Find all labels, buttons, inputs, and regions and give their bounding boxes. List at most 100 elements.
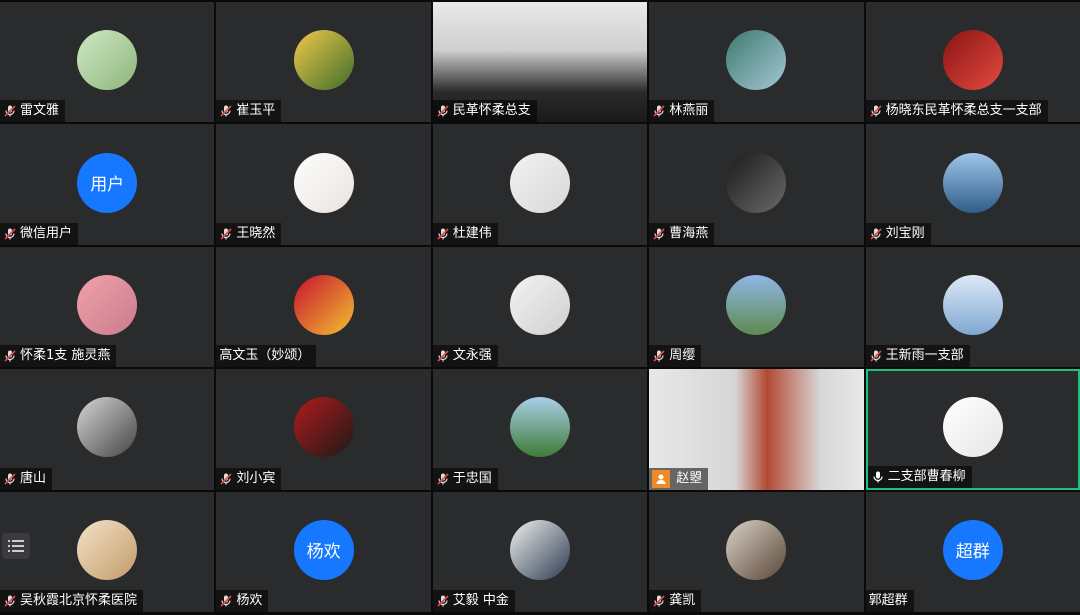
- participant-tile[interactable]: 杜建伟: [432, 124, 648, 245]
- mic-muted-icon: [4, 595, 16, 607]
- participant-name: 杜建伟: [452, 225, 492, 241]
- participant-name: 崔玉平: [236, 103, 276, 119]
- mic-muted-icon: [437, 105, 449, 117]
- participant-name: 艾毅 中金: [452, 593, 509, 608]
- avatar: [942, 30, 1003, 91]
- participant-tile[interactable]: 唐山: [0, 369, 215, 490]
- avatar: [942, 152, 1003, 213]
- mic-muted-icon: [437, 595, 449, 607]
- participant-tile[interactable]: 超群郭超群: [865, 491, 1080, 612]
- mic-muted-icon: [220, 105, 232, 117]
- avatar: [726, 274, 787, 335]
- participant-name: 周缨: [669, 348, 696, 364]
- avatar: [293, 274, 354, 335]
- mic-muted-icon: [870, 350, 882, 362]
- avatar-text: 超群: [955, 542, 990, 563]
- participant-tile[interactable]: 民革怀柔总支: [432, 2, 648, 123]
- participants-menu-button[interactable]: [2, 533, 30, 559]
- avatar: [77, 397, 138, 458]
- participant-tile[interactable]: 王新雨一支部: [865, 246, 1080, 368]
- avatar: 杨欢: [293, 519, 354, 580]
- participant-tile[interactable]: 艾毅 中金: [432, 491, 648, 612]
- participant-name-label: 郭超群: [865, 590, 914, 612]
- mic-on-icon: [872, 471, 883, 483]
- avatar: [77, 274, 138, 335]
- participant-name: 赵曌: [676, 470, 703, 486]
- participant-tile[interactable]: 刘小宾: [216, 369, 431, 490]
- mic-muted-icon: [437, 350, 449, 362]
- avatar: [293, 397, 354, 458]
- avatar: [293, 152, 354, 213]
- participant-name-label: 唐山: [0, 467, 53, 490]
- list-icon: [8, 540, 24, 552]
- participant-tile[interactable]: 周缨: [649, 246, 864, 368]
- mic-muted-icon: [4, 473, 16, 485]
- participant-tile[interactable]: 崔玉平: [216, 2, 431, 123]
- participant-tile[interactable]: 文永强: [432, 246, 648, 368]
- avatar: [509, 274, 570, 335]
- participant-tile[interactable]: 吴秋霞北京怀柔医院: [0, 491, 215, 612]
- avatar: [509, 397, 570, 458]
- participant-name: 王晓然: [236, 225, 276, 241]
- participant-name-label: 艾毅 中金: [432, 590, 515, 612]
- participant-name: 刘小宾: [236, 470, 276, 486]
- avatar: 超群: [942, 519, 1003, 580]
- participant-name-label: 杜建伟: [432, 222, 498, 245]
- participant-name-label: 高文玉（妙颂）: [216, 345, 317, 368]
- participant-name-label: 民革怀柔总支: [432, 100, 537, 123]
- participant-name-label: 龚凯: [649, 590, 702, 612]
- mic-muted-icon: [653, 350, 665, 362]
- participant-name-label: 吴秋霞北京怀柔医院: [0, 590, 144, 612]
- participant-tile[interactable]: 怀柔1支 施灵燕: [0, 246, 215, 368]
- participant-tile[interactable]: 赵曌: [649, 369, 864, 490]
- participant-name: 曹海燕: [669, 225, 709, 241]
- participant-name: 王新雨一支部: [885, 348, 964, 364]
- participant-name-label: 林燕丽: [649, 100, 715, 123]
- mic-muted-icon: [870, 228, 882, 240]
- participant-name-label: 刘小宾: [216, 467, 282, 490]
- participant-name: 民革怀柔总支: [452, 103, 531, 119]
- participant-name: 郭超群: [868, 593, 908, 608]
- participant-name-label: 微信用户: [0, 222, 79, 245]
- participant-tile[interactable]: 刘宝刚: [865, 124, 1080, 245]
- avatar: [726, 519, 787, 580]
- participant-tile[interactable]: 龚凯: [649, 491, 864, 612]
- participant-tile[interactable]: 杨晓东民革怀柔总支一支部: [865, 2, 1080, 123]
- participant-name-label: 刘宝刚: [865, 222, 931, 245]
- participant-name: 唐山: [20, 470, 47, 486]
- participant-name: 文永强: [452, 348, 492, 364]
- participant-name: 怀柔1支 施灵燕: [20, 348, 111, 364]
- participant-tile[interactable]: 林燕丽: [649, 2, 864, 123]
- participant-name: 高文玉（妙颂）: [219, 348, 311, 364]
- avatar: [942, 274, 1003, 335]
- participant-name-label: 雷文雅: [0, 100, 66, 123]
- avatar: [77, 519, 138, 580]
- mic-muted-icon: [437, 473, 449, 485]
- mic-muted-icon: [653, 228, 665, 240]
- mic-muted-icon: [220, 473, 232, 485]
- participant-tile[interactable]: 用户微信用户: [0, 124, 215, 245]
- participant-name-label: 杨欢: [216, 590, 269, 612]
- avatar-text: 用户: [90, 175, 125, 196]
- participant-tile[interactable]: 于忠国: [432, 369, 648, 490]
- mic-muted-icon: [653, 595, 665, 607]
- avatar: [942, 397, 1003, 458]
- participant-name-label: 曹海燕: [649, 222, 715, 245]
- participant-name-label: 崔玉平: [216, 100, 282, 123]
- participant-tile[interactable]: 二支部曹春柳: [865, 369, 1080, 490]
- avatar: [509, 152, 570, 213]
- person-icon: [652, 469, 671, 488]
- participant-name: 微信用户: [20, 225, 73, 241]
- participant-tile[interactable]: 高文玉（妙颂）: [216, 246, 431, 368]
- mic-muted-icon: [653, 105, 665, 117]
- avatar: [293, 30, 354, 91]
- participant-tile[interactable]: 雷文雅: [0, 2, 215, 123]
- video-grid: 雷文雅 崔玉平 民革怀柔总支 林燕丽 杨晓东民革怀柔总支一支部 用户 微信用户 王晓然 杜建伟曹…: [0, 2, 1080, 612]
- participant-name-label: 王新雨一支部: [865, 345, 970, 368]
- participant-name-label: 二支部曹春柳: [867, 465, 972, 488]
- participant-tile[interactable]: 王晓然: [216, 124, 431, 245]
- mic-muted-icon: [870, 105, 882, 117]
- participant-tile[interactable]: 曹海燕: [649, 124, 864, 245]
- participant-tile[interactable]: 杨欢 杨欢: [216, 491, 431, 612]
- participant-name: 龚凯: [669, 593, 696, 608]
